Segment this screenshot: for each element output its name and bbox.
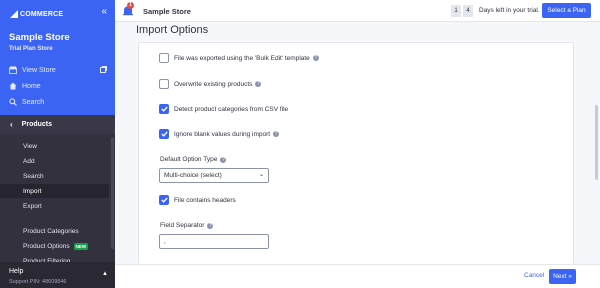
home-label: Home (22, 82, 41, 90)
detect-categories-checkbox[interactable] (159, 104, 169, 114)
sidebar-item-label: Product Categories (23, 227, 79, 235)
trial-days-digit: 1 (451, 5, 461, 17)
option-ignore-blank[interactable]: Ignore blank values during import ? (159, 129, 280, 139)
storefront-icon (9, 66, 17, 74)
option-overwrite[interactable]: Overwrite existing products ? (159, 79, 262, 89)
option-label: Overwrite existing products (174, 80, 253, 88)
support-pin: Support PIN: 48609846 (9, 279, 67, 285)
option-label: File was exported using the 'Bulk Edit' … (174, 54, 310, 62)
search-link[interactable]: Search (9, 98, 44, 106)
sidebar-item-label: Search (23, 172, 44, 180)
sidebar: COMMERCE « Sample Store Trial Plan Store… (0, 0, 115, 288)
select-plan-button[interactable]: Select a Plan (542, 3, 591, 18)
sidebar-item-product-categories[interactable]: Product Categories (0, 224, 109, 238)
option-label: Ignore blank values during import (174, 130, 271, 138)
sidebar-item-add[interactable]: Add (0, 154, 109, 168)
logo-text: COMMERCE (20, 10, 64, 18)
store-title: Sample Store (143, 7, 191, 16)
collapse-sidebar-icon[interactable]: « (101, 6, 107, 17)
sidebar-item-import[interactable]: Import (0, 184, 109, 198)
store-plan-label: Trial Plan Store (9, 46, 53, 52)
sidebar-item-label: Import (23, 187, 42, 195)
logo-mark-icon (9, 9, 19, 19)
help-icon[interactable]: ? (312, 55, 319, 61)
overwrite-checkbox[interactable] (159, 79, 169, 89)
search-label: Search (22, 98, 45, 106)
caret-up-icon: ▲ (102, 271, 108, 277)
field-separator-label: Field Separator ? (160, 222, 214, 229)
help-panel[interactable]: Help Support PIN: 48609846 ▲ (0, 262, 115, 288)
option-contains-headers[interactable]: File contains headers (159, 195, 236, 205)
view-store-label: View Store (22, 66, 56, 74)
main-scrollbar[interactable] (595, 105, 598, 180)
chevron-left-icon: ‹ (10, 120, 13, 129)
checkmark-icon (160, 106, 168, 112)
view-store-link[interactable]: View Store (9, 66, 56, 74)
sidebar-item-product-options[interactable]: Product Options NEW (0, 239, 109, 253)
home-link[interactable]: Home (9, 82, 41, 90)
new-badge: NEW (73, 242, 89, 250)
default-option-type-select[interactable]: Multi-choice (select) ⌄ (159, 168, 269, 183)
sidebar-item-label: Add (23, 157, 35, 165)
page-title: Import Options (136, 24, 209, 36)
bulk-edit-checkbox[interactable] (159, 53, 169, 63)
select-value: Multi-choice (select) (164, 172, 222, 179)
ignore-blank-checkbox[interactable] (159, 129, 169, 139)
default-option-type-label: Default Option Type ? (160, 156, 227, 163)
option-label: File contains headers (174, 196, 236, 204)
next-button[interactable]: Next » (549, 269, 576, 284)
bigcommerce-logo[interactable]: COMMERCE (9, 9, 63, 19)
option-label: Detect product categories from CSV file (174, 105, 289, 113)
sidebar-item-export[interactable]: Export (0, 199, 109, 213)
notification-count-badge: 1 (127, 2, 134, 9)
products-section-header[interactable]: ‹ Products (0, 115, 115, 134)
home-icon (9, 82, 17, 90)
footer-bar: Cancel Next » (115, 264, 600, 288)
top-bar: 1 Sample Store 1 4 Days left in your tri… (115, 0, 600, 22)
checkmark-icon (160, 131, 168, 137)
import-options-card (138, 42, 574, 264)
sidebar-scrollbar[interactable] (111, 137, 114, 249)
option-detect-categories[interactable]: Detect product categories from CSV file (159, 104, 288, 114)
checkmark-icon (160, 197, 168, 203)
trial-days-text: Days left in your trial. (479, 7, 540, 14)
option-bulk-edit[interactable]: File was exported using the 'Bulk Edit' … (159, 53, 319, 63)
store-name: Sample Store (9, 32, 70, 43)
sidebar-item-label: Product Options (23, 242, 70, 250)
help-icon[interactable]: ? (273, 131, 280, 137)
search-icon (9, 98, 17, 106)
chevron-down-icon: ⌄ (258, 172, 264, 178)
contains-headers-checkbox[interactable] (159, 195, 169, 205)
sidebar-header: COMMERCE « Sample Store Trial Plan Store… (0, 0, 115, 115)
field-label-text: Field Separator (160, 222, 205, 229)
help-icon[interactable]: ? (220, 156, 227, 163)
field-separator-input[interactable]: , (159, 234, 269, 249)
external-link-icon (100, 66, 107, 73)
sidebar-item-label: Export (23, 202, 42, 210)
cancel-button[interactable]: Cancel (524, 272, 544, 279)
sidebar-item-view[interactable]: View (0, 139, 109, 153)
sidebar-item-search[interactable]: Search (0, 169, 109, 183)
help-title: Help (9, 268, 24, 275)
trial-days-digit: 4 (463, 5, 473, 17)
field-label-text: Default Option Type (160, 156, 218, 163)
help-icon[interactable]: ? (255, 81, 262, 87)
products-section-label: Products (21, 121, 53, 128)
help-icon[interactable]: ? (207, 222, 214, 229)
sidebar-item-label: View (23, 142, 37, 150)
